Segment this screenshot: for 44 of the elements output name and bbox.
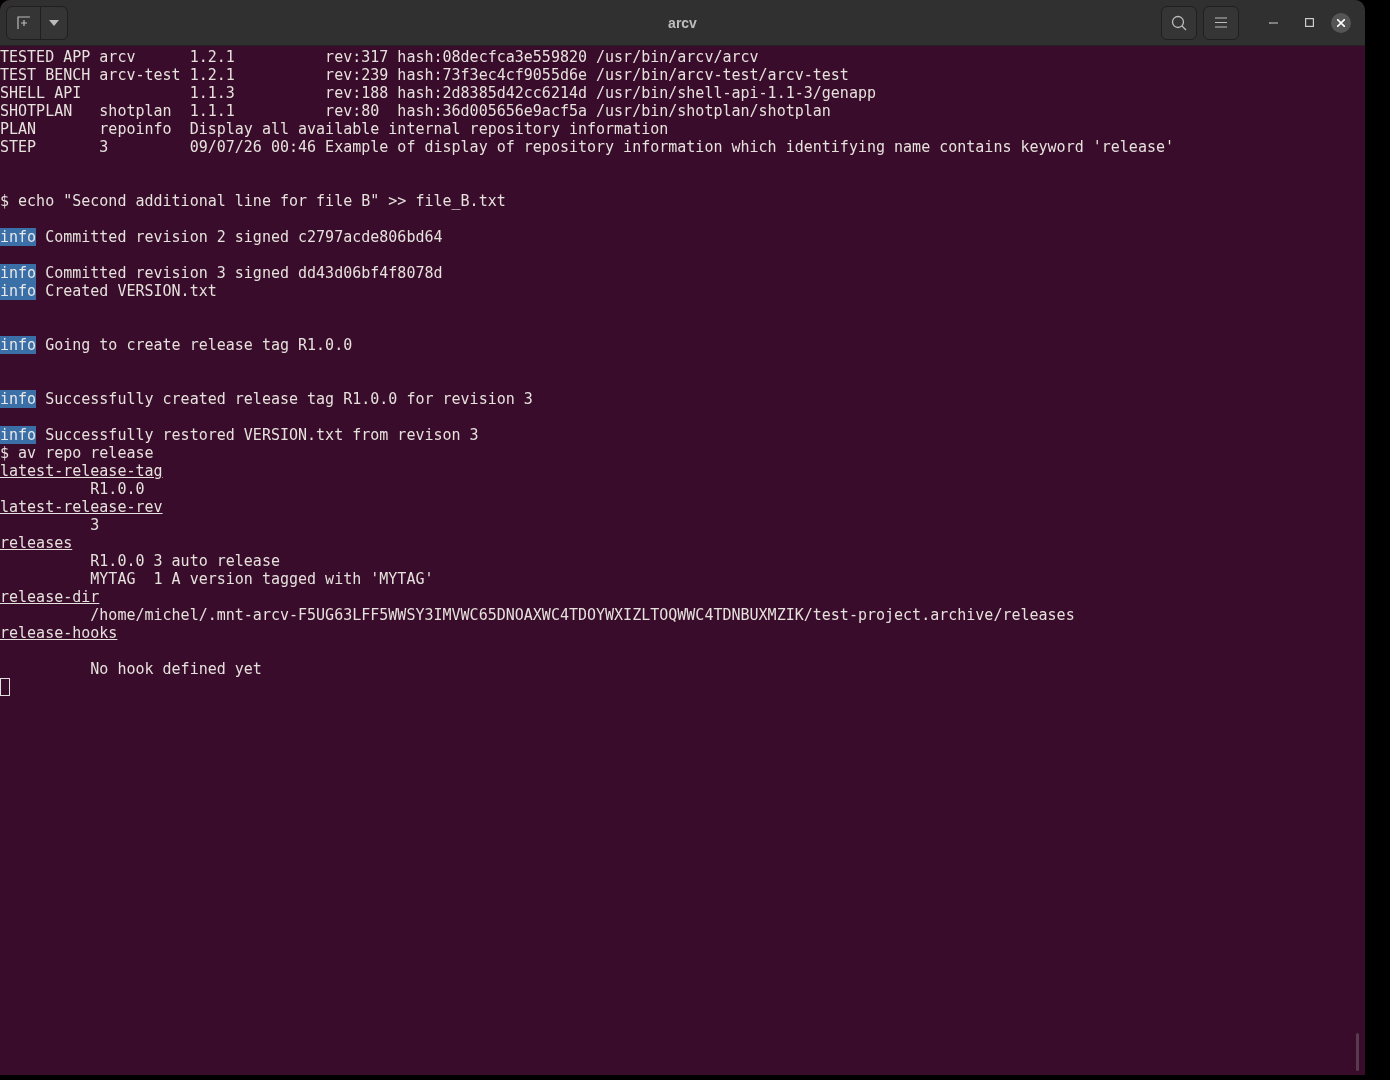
- terminal-line: Successfully restored VERSION.txt from revison 3: [45, 426, 479, 444]
- terminal-line: Successfully created release tag R1.0.0 for revision 3: [45, 390, 533, 408]
- terminal-line: SHOTPLAN shotplan 1.1.1 rev:80 hash:36d005656e9acf5a /usr/bin/shotplan/shotplan: [0, 102, 831, 120]
- terminal-line: 3: [89, 516, 100, 534]
- terminal-line: $ echo "Second additional line for file B" >> file_B.txt: [0, 192, 506, 210]
- terminal-line: Committed revision 3 signed dd43d06bf4f8078d: [45, 264, 443, 282]
- terminal-line: STEP 3 09/07/26 00:46 Example of display of repository information which identifying name contains keyword 'release': [0, 138, 1174, 156]
- scrollbar-thumb[interactable]: [1356, 1033, 1359, 1071]
- terminal-line: No hook defined yet: [89, 660, 262, 678]
- info-tag: info: [0, 228, 37, 246]
- terminal-line: R1.0.0 3 auto release: [89, 552, 280, 570]
- terminal-line: Going to create release tag R1.0.0: [45, 336, 353, 354]
- caret-icon: [49, 19, 59, 26]
- section-heading: release-dir: [0, 588, 100, 606]
- section-heading: latest-release-rev: [0, 498, 163, 516]
- terminal-line: TEST BENCH arcv-test 1.2.1 rev:239 hash:73f3ec4cf9055d6e /usr/bin/arcv-test/arcv-test: [0, 66, 849, 84]
- window-title: arcv: [668, 13, 697, 33]
- terminal-line: SHELL API 1.1.3 rev:188 hash:2d8385d42cc6214d /usr/bin/shell-api-1.1-3/genapp: [0, 84, 876, 102]
- section-heading: releases: [0, 534, 73, 552]
- terminal-line: MYTAG 1 A version tagged with 'MYTAG': [89, 570, 434, 588]
- menu-button[interactable]: [1203, 5, 1239, 40]
- terminal-line: Created VERSION.txt: [45, 282, 217, 300]
- maximize-icon: [1304, 18, 1314, 27]
- terminal-line: R1.0.0: [89, 480, 145, 498]
- menu-icon: [1215, 17, 1227, 28]
- minimize-icon: [1268, 21, 1278, 24]
- close-icon: [1337, 18, 1345, 27]
- terminal-line: /home/michel/.mnt-arcv-F5UG63LFF5WWSY3IMVWC65DNOAXWC4TDOYWXIZLTOQWWC4TDNBUXMZIK/test-project.archive/releases: [89, 606, 1075, 624]
- terminal-line: Committed revision 2 signed c2797acde806bd64: [45, 228, 443, 246]
- section-heading: release-hooks: [0, 624, 118, 642]
- terminal-line: $ av repo release: [0, 444, 154, 462]
- close-button[interactable]: [1331, 12, 1351, 33]
- info-tag: info: [0, 390, 37, 408]
- section-heading: latest-release-tag: [0, 462, 163, 480]
- info-tag: info: [0, 282, 37, 300]
- new-tab-icon: [16, 15, 31, 30]
- terminal-line: TESTED APP arcv 1.2.1 rev:317 hash:08decfca3e559820 /usr/bin/arcv/arcv: [0, 48, 759, 66]
- text-cursor: [0, 678, 10, 696]
- info-tag: info: [0, 336, 37, 354]
- search-icon: [1171, 14, 1187, 31]
- terminal-line: PLAN repoinfo Display all available internal repository information: [0, 120, 669, 138]
- info-tag: info: [0, 264, 37, 282]
- info-tag: info: [0, 426, 37, 444]
- search-button[interactable]: [1161, 5, 1197, 40]
